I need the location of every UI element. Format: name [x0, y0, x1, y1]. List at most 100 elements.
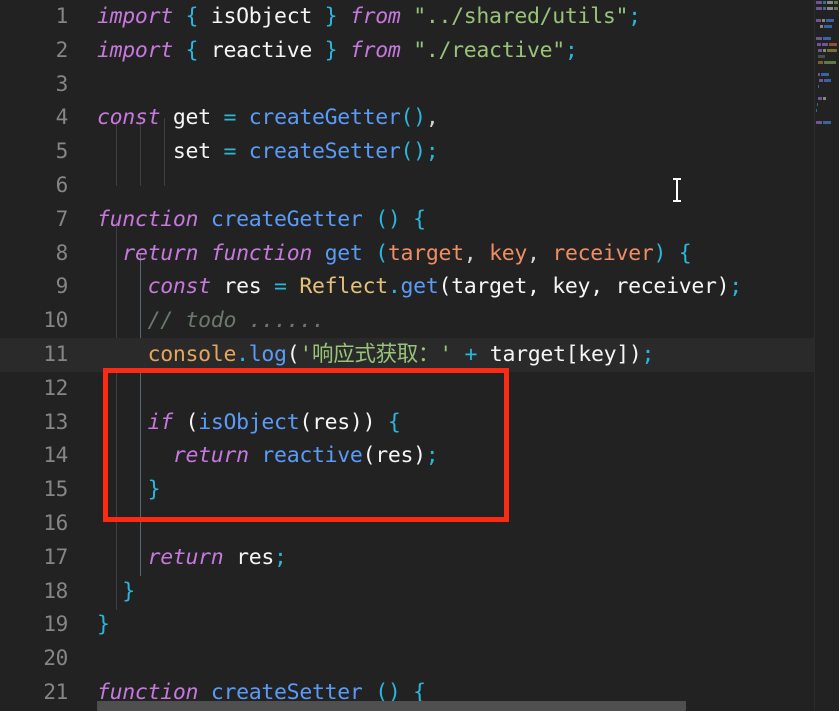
minimap-token — [820, 25, 823, 28]
code-token: } — [324, 37, 338, 63]
line-number: 8 — [55, 240, 69, 265]
code-line[interactable]: 13 if (isObject(res)) { — [0, 406, 815, 440]
code-token: (res) — [362, 443, 427, 469]
code-token: ( — [286, 341, 300, 367]
minimap-token — [823, 37, 831, 40]
code-token: (res)) — [299, 409, 376, 435]
code-token: + — [464, 341, 478, 367]
line-number: 19 — [43, 612, 68, 637]
code-token: console — [147, 341, 237, 367]
minimap-token — [816, 121, 822, 124]
code-line[interactable]: 8 return function get (target, key, rece… — [0, 237, 815, 271]
minimap-token — [824, 61, 836, 64]
code-line[interactable]: 20 — [0, 642, 815, 676]
line-code[interactable]: return function get (target, key, receiv… — [97, 237, 691, 271]
minimap-row — [815, 24, 839, 29]
code-token: if — [147, 409, 174, 435]
line-code[interactable]: set = createSetter(); — [97, 135, 439, 169]
minimap-row — [815, 36, 839, 41]
code-line[interactable]: 3 — [0, 68, 815, 102]
code-line[interactable]: 18 } — [0, 575, 815, 609]
minimap-row — [815, 78, 839, 83]
line-number: 10 — [43, 308, 68, 333]
code-token: import — [97, 37, 173, 63]
code-line[interactable]: 15 } — [0, 473, 815, 507]
line-code[interactable]: const res = Reflect.get(target, key, rec… — [97, 270, 743, 304]
code-editor[interactable]: 1 import { isObject } from "../shared/uti… — [0, 0, 839, 711]
line-code[interactable]: } — [97, 608, 110, 642]
code-line[interactable]: 19} — [0, 608, 815, 642]
minimap-row — [815, 48, 839, 53]
minimap-row — [815, 6, 839, 11]
code-token: isObject — [198, 4, 325, 29]
code-token: createSetter — [248, 139, 401, 165]
code-token: '响应式获取：' — [299, 341, 452, 367]
line-code[interactable]: return reactive(res); — [97, 439, 439, 473]
line-code[interactable]: return res; — [97, 541, 287, 575]
horizontal-scrollbar[interactable] — [0, 699, 815, 711]
code-token: createGetter — [210, 206, 363, 232]
line-code[interactable]: import { isObject } from "../shared/util… — [97, 0, 641, 34]
code-surface[interactable]: 1 import { isObject } from "../shared/uti… — [0, 0, 815, 711]
line-code[interactable]: if (isObject(res)) { — [97, 406, 401, 440]
minimap-row — [815, 72, 839, 77]
line-number: 6 — [55, 172, 69, 197]
line-number: 13 — [43, 409, 68, 434]
code-token: target — [387, 240, 464, 266]
code-lines-container[interactable]: 1 import { isObject } from "../shared/uti… — [0, 0, 815, 710]
code-token: ) — [653, 240, 667, 266]
code-line[interactable]: 12 — [0, 372, 815, 406]
line-code[interactable]: import { reactive } from "./reactive"; — [97, 34, 578, 68]
code-line[interactable]: 1 import { isObject } from "../shared/uti… — [0, 0, 815, 34]
code-line[interactable]: 16 — [0, 507, 815, 541]
code-line[interactable]: 7 function createGetter () { — [0, 203, 815, 237]
code-token: = — [223, 105, 237, 131]
line-code[interactable]: console.log('响应式获取：' + target[key]); — [97, 338, 655, 372]
line-number: 9 — [55, 274, 69, 299]
code-token: from — [349, 4, 401, 29]
code-line[interactable]: 6 — [0, 169, 815, 203]
line-code[interactable]: } — [97, 473, 161, 507]
minimap-token — [827, 7, 833, 10]
minimap-token — [818, 85, 819, 88]
minimap-token — [816, 37, 822, 40]
code-token: , — [527, 240, 540, 266]
line-code[interactable]: const get = createGetter(), — [97, 101, 439, 135]
line-number: 11 — [43, 341, 68, 366]
minimap-token — [819, 79, 823, 82]
code-line[interactable]: 10 // todo ...... — [0, 304, 815, 338]
minimap-token — [827, 49, 837, 52]
code-token: get — [160, 105, 224, 131]
code-token: isObject — [198, 409, 300, 435]
line-code[interactable]: } — [97, 575, 135, 609]
code-line[interactable]: 9 const res = Reflect.get(target, key, r… — [0, 270, 815, 304]
horizontal-scrollbar-thumb[interactable] — [97, 701, 686, 711]
minimap-row — [815, 60, 839, 65]
code-token: { — [185, 37, 199, 63]
code-line[interactable]: 14 return reactive(res); — [0, 439, 815, 473]
code-line[interactable]: 17 return res; — [0, 541, 815, 575]
minimap-token — [818, 49, 822, 52]
code-token: res — [210, 274, 275, 300]
code-line[interactable]: 5 set = createSetter(); — [0, 135, 815, 169]
code-token: get — [400, 274, 439, 300]
code-token: ( — [185, 409, 199, 435]
code-line[interactable]: 4 const get = createGetter(), — [0, 101, 815, 135]
code-line[interactable]: 11 console.log('响应式获取：' + target[key]); — [0, 337, 815, 372]
minimap[interactable] — [814, 0, 839, 711]
minimap-token — [823, 97, 826, 100]
line-code[interactable]: // todo ...... — [97, 304, 325, 338]
code-token: // todo ...... — [147, 308, 325, 334]
line-code[interactable]: function createGetter () { — [97, 203, 426, 237]
code-line[interactable]: 2 import { reactive } from "./reactive"; — [0, 34, 815, 68]
minimap-row — [815, 12, 839, 17]
code-token: } — [97, 612, 110, 638]
code-token: ; — [564, 37, 578, 63]
